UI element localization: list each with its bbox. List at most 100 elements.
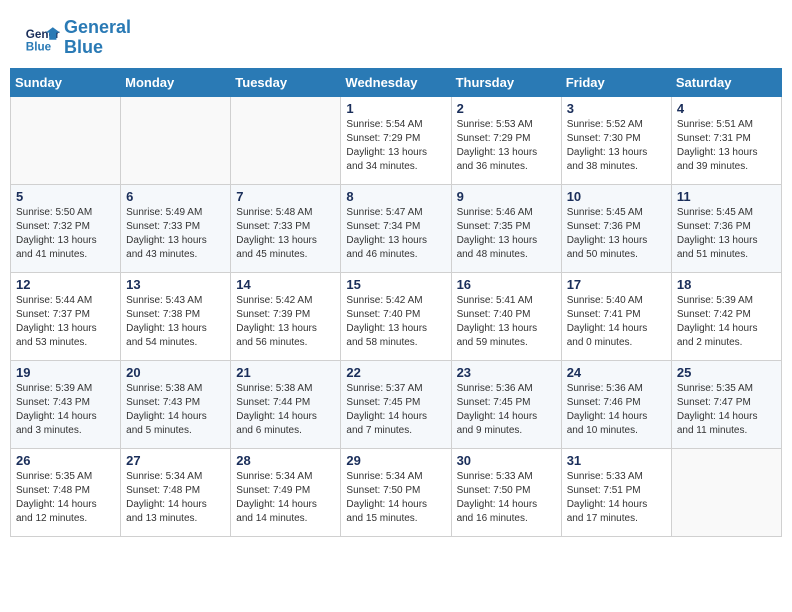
day-number: 27 — [126, 453, 225, 468]
calendar-cell: 23 Sunrise: 5:36 AM Sunset: 7:45 PM Dayl… — [451, 360, 561, 448]
day-number: 20 — [126, 365, 225, 380]
calendar-cell: 3 Sunrise: 5:52 AM Sunset: 7:30 PM Dayli… — [561, 96, 671, 184]
cell-sunrise: Sunrise: 5:41 AM — [457, 295, 533, 306]
cell-daylight: Daylight: 13 hours and 41 minutes. — [16, 235, 97, 260]
logo-icon: General Blue — [24, 20, 60, 56]
calendar-cell: 11 Sunrise: 5:45 AM Sunset: 7:36 PM Dayl… — [671, 184, 781, 272]
cell-daylight: Daylight: 14 hours and 17 minutes. — [567, 499, 648, 524]
cell-sunrise: Sunrise: 5:38 AM — [126, 383, 202, 394]
cell-sunrise: Sunrise: 5:39 AM — [16, 383, 92, 394]
calendar-cell: 13 Sunrise: 5:43 AM Sunset: 7:38 PM Dayl… — [121, 272, 231, 360]
cell-sunrise: Sunrise: 5:36 AM — [567, 383, 643, 394]
cell-sunrise: Sunrise: 5:34 AM — [346, 471, 422, 482]
cell-sunset: Sunset: 7:45 PM — [457, 397, 531, 408]
cell-sunset: Sunset: 7:50 PM — [346, 485, 420, 496]
calendar-cell: 27 Sunrise: 5:34 AM Sunset: 7:48 PM Dayl… — [121, 448, 231, 536]
calendar-cell: 24 Sunrise: 5:36 AM Sunset: 7:46 PM Dayl… — [561, 360, 671, 448]
day-number: 28 — [236, 453, 335, 468]
calendar-cell: 19 Sunrise: 5:39 AM Sunset: 7:43 PM Dayl… — [11, 360, 121, 448]
calendar-cell: 26 Sunrise: 5:35 AM Sunset: 7:48 PM Dayl… — [11, 448, 121, 536]
cell-sunrise: Sunrise: 5:51 AM — [677, 119, 753, 130]
day-number: 10 — [567, 189, 666, 204]
day-number: 5 — [16, 189, 115, 204]
calendar-cell: 28 Sunrise: 5:34 AM Sunset: 7:49 PM Dayl… — [231, 448, 341, 536]
calendar-cell — [671, 448, 781, 536]
cell-sunset: Sunset: 7:36 PM — [677, 221, 751, 232]
weekday-header-thursday: Thursday — [451, 68, 561, 96]
day-number: 15 — [346, 277, 445, 292]
cell-daylight: Daylight: 14 hours and 14 minutes. — [236, 499, 317, 524]
calendar-cell: 25 Sunrise: 5:35 AM Sunset: 7:47 PM Dayl… — [671, 360, 781, 448]
cell-daylight: Daylight: 14 hours and 10 minutes. — [567, 411, 648, 436]
day-number: 2 — [457, 101, 556, 116]
day-number: 13 — [126, 277, 225, 292]
day-number: 14 — [236, 277, 335, 292]
calendar-cell — [121, 96, 231, 184]
svg-text:Blue: Blue — [26, 40, 52, 53]
cell-daylight: Daylight: 13 hours and 34 minutes. — [346, 147, 427, 172]
weekday-header-saturday: Saturday — [671, 68, 781, 96]
cell-sunrise: Sunrise: 5:45 AM — [567, 207, 643, 218]
cell-sunset: Sunset: 7:38 PM — [126, 309, 200, 320]
cell-sunset: Sunset: 7:33 PM — [126, 221, 200, 232]
cell-daylight: Daylight: 13 hours and 59 minutes. — [457, 323, 538, 348]
cell-sunrise: Sunrise: 5:35 AM — [677, 383, 753, 394]
cell-sunrise: Sunrise: 5:33 AM — [567, 471, 643, 482]
day-number: 24 — [567, 365, 666, 380]
day-number: 31 — [567, 453, 666, 468]
cell-sunrise: Sunrise: 5:35 AM — [16, 471, 92, 482]
cell-daylight: Daylight: 14 hours and 16 minutes. — [457, 499, 538, 524]
cell-sunrise: Sunrise: 5:37 AM — [346, 383, 422, 394]
cell-daylight: Daylight: 13 hours and 58 minutes. — [346, 323, 427, 348]
calendar-week-1: 1 Sunrise: 5:54 AM Sunset: 7:29 PM Dayli… — [11, 96, 782, 184]
calendar-week-4: 19 Sunrise: 5:39 AM Sunset: 7:43 PM Dayl… — [11, 360, 782, 448]
cell-daylight: Daylight: 14 hours and 2 minutes. — [677, 323, 758, 348]
calendar-cell: 7 Sunrise: 5:48 AM Sunset: 7:33 PM Dayli… — [231, 184, 341, 272]
day-number: 19 — [16, 365, 115, 380]
day-number: 6 — [126, 189, 225, 204]
calendar-body: 1 Sunrise: 5:54 AM Sunset: 7:29 PM Dayli… — [11, 96, 782, 536]
weekday-header-tuesday: Tuesday — [231, 68, 341, 96]
cell-sunrise: Sunrise: 5:47 AM — [346, 207, 422, 218]
cell-daylight: Daylight: 13 hours and 43 minutes. — [126, 235, 207, 260]
cell-sunset: Sunset: 7:34 PM — [346, 221, 420, 232]
day-number: 21 — [236, 365, 335, 380]
cell-sunrise: Sunrise: 5:48 AM — [236, 207, 312, 218]
day-number: 16 — [457, 277, 556, 292]
calendar-cell: 20 Sunrise: 5:38 AM Sunset: 7:43 PM Dayl… — [121, 360, 231, 448]
cell-daylight: Daylight: 13 hours and 51 minutes. — [677, 235, 758, 260]
calendar-cell — [11, 96, 121, 184]
logo: General Blue GeneralBlue — [24, 18, 131, 58]
calendar-cell: 1 Sunrise: 5:54 AM Sunset: 7:29 PM Dayli… — [341, 96, 451, 184]
cell-sunrise: Sunrise: 5:34 AM — [236, 471, 312, 482]
cell-daylight: Daylight: 14 hours and 11 minutes. — [677, 411, 758, 436]
cell-sunrise: Sunrise: 5:45 AM — [677, 207, 753, 218]
day-number: 1 — [346, 101, 445, 116]
cell-sunset: Sunset: 7:42 PM — [677, 309, 751, 320]
calendar-table: SundayMondayTuesdayWednesdayThursdayFrid… — [10, 68, 782, 537]
day-number: 30 — [457, 453, 556, 468]
day-number: 3 — [567, 101, 666, 116]
cell-daylight: Daylight: 13 hours and 54 minutes. — [126, 323, 207, 348]
day-number: 4 — [677, 101, 776, 116]
calendar-week-2: 5 Sunrise: 5:50 AM Sunset: 7:32 PM Dayli… — [11, 184, 782, 272]
calendar-week-5: 26 Sunrise: 5:35 AM Sunset: 7:48 PM Dayl… — [11, 448, 782, 536]
cell-daylight: Daylight: 14 hours and 6 minutes. — [236, 411, 317, 436]
cell-daylight: Daylight: 14 hours and 3 minutes. — [16, 411, 97, 436]
day-number: 22 — [346, 365, 445, 380]
cell-daylight: Daylight: 13 hours and 39 minutes. — [677, 147, 758, 172]
day-number: 11 — [677, 189, 776, 204]
cell-sunset: Sunset: 7:49 PM — [236, 485, 310, 496]
cell-sunrise: Sunrise: 5:39 AM — [677, 295, 753, 306]
cell-daylight: Daylight: 13 hours and 50 minutes. — [567, 235, 648, 260]
calendar-cell: 15 Sunrise: 5:42 AM Sunset: 7:40 PM Dayl… — [341, 272, 451, 360]
calendar-cell: 22 Sunrise: 5:37 AM Sunset: 7:45 PM Dayl… — [341, 360, 451, 448]
cell-sunset: Sunset: 7:30 PM — [567, 133, 641, 144]
cell-sunrise: Sunrise: 5:52 AM — [567, 119, 643, 130]
day-number: 12 — [16, 277, 115, 292]
cell-sunset: Sunset: 7:41 PM — [567, 309, 641, 320]
cell-daylight: Daylight: 14 hours and 15 minutes. — [346, 499, 427, 524]
cell-daylight: Daylight: 14 hours and 0 minutes. — [567, 323, 648, 348]
cell-daylight: Daylight: 13 hours and 48 minutes. — [457, 235, 538, 260]
cell-daylight: Daylight: 13 hours and 45 minutes. — [236, 235, 317, 260]
